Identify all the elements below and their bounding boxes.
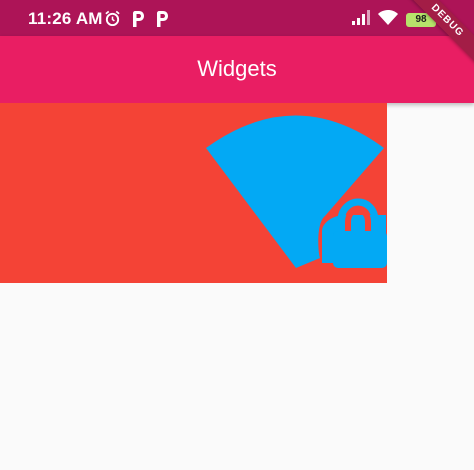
alarm-icon (104, 10, 121, 27)
signal-icon (352, 10, 370, 30)
status-left-icons (104, 10, 169, 27)
content-container (0, 103, 387, 283)
p-icon (131, 10, 145, 27)
status-bar: 11:26 AM 98 (0, 0, 474, 36)
page-title: Widgets (197, 56, 277, 81)
wifi-lock-icon (206, 115, 387, 268)
status-right-icons: 98 (352, 10, 439, 30)
app-bar: Widgets (0, 36, 474, 103)
p-icon (155, 10, 169, 27)
wifi-icon (378, 10, 398, 30)
status-time: 11:26 AM (28, 9, 103, 28)
